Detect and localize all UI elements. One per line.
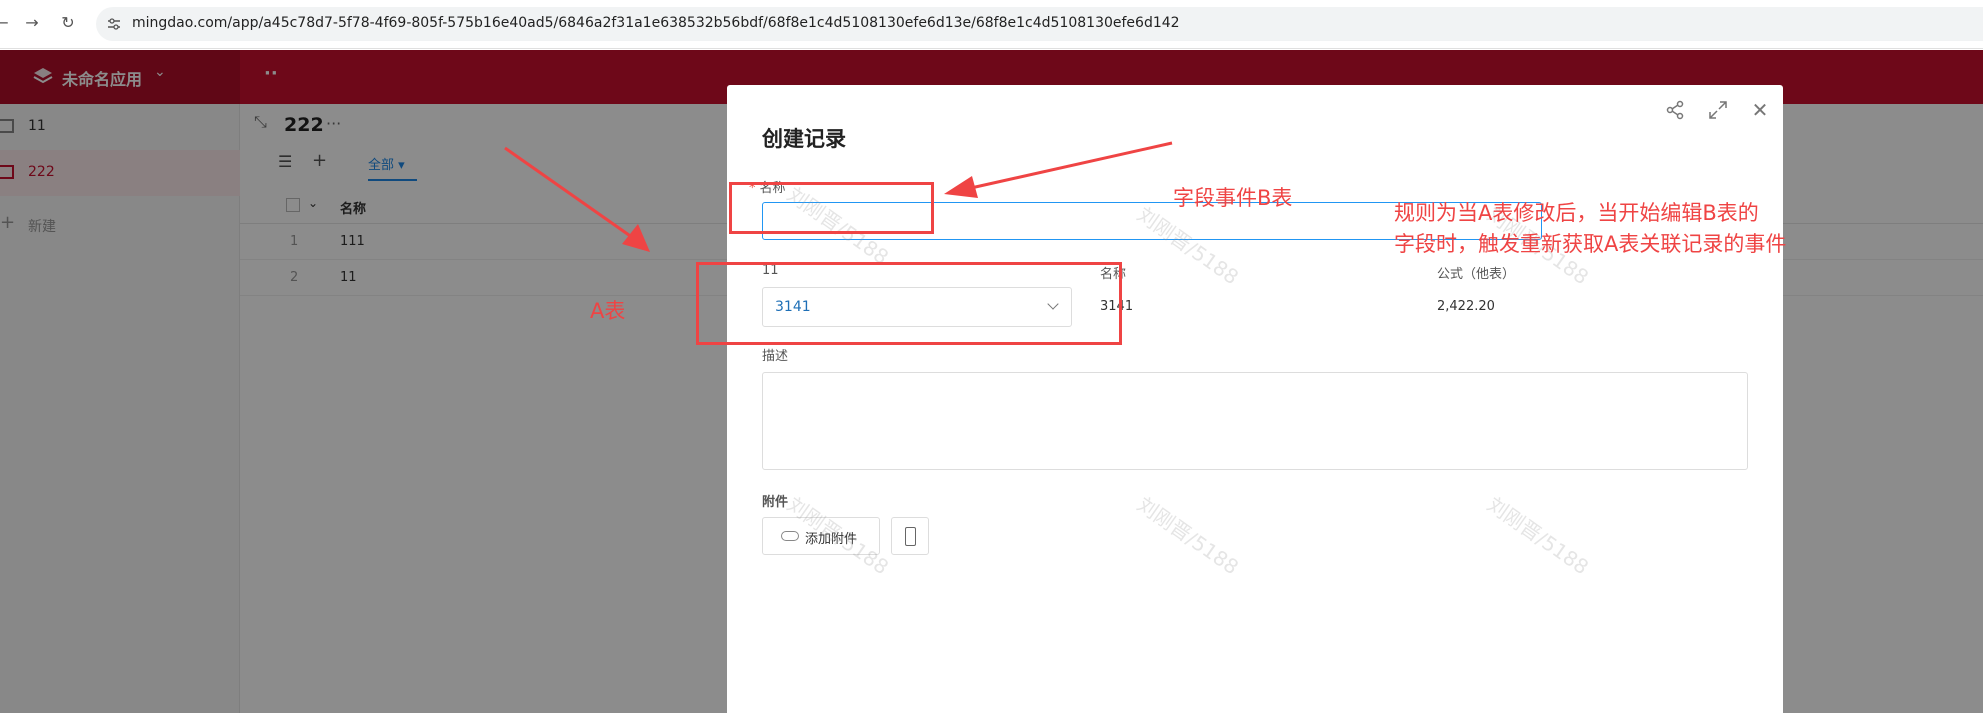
address-bar[interactable]: mingdao.com/app/a45c78d7-5f78-4f69-805f-… [96,7,1983,41]
back-icon[interactable]: ← [0,13,12,33]
phone-icon [905,527,916,546]
annotation-field-event: 字段事件B表 [1173,186,1293,210]
share-icon[interactable] [1664,99,1686,121]
create-record-modal: 创建记录 ✕ * 名称 11 3141 名称 3141 公式（他表） 2,422.… [727,85,1783,713]
modal-title: 创建记录 [762,127,846,151]
forward-icon[interactable]: → [22,13,42,33]
desc-field-label: 描述 [762,349,789,364]
annotation-box-name-field [729,182,934,234]
formula-value: 2,422.20 [1437,299,1495,314]
url-text: mingdao.com/app/a45c78d7-5f78-4f69-805f-… [132,15,1180,31]
formula-label: 公式（他表） [1437,267,1516,282]
annotation-rule-line2: 字段时，触发重新获取A表关联记录的事件 [1394,232,1787,256]
annotation-box-relation-field [696,262,1122,345]
desc-textarea[interactable] [762,372,1748,470]
attach-field-label: 附件 [762,495,789,510]
mobile-upload-button[interactable] [891,517,929,555]
annotation-rule-line1: 规则为当A表修改后，当开始编辑B表的 [1394,201,1759,225]
browser-toolbar: ← → ↻ mingdao.com/app/a45c78d7-5f78-4f69… [0,0,1983,49]
expand-icon[interactable] [1707,99,1729,121]
paperclip-icon [781,531,799,541]
annotation-table-a: A表 [590,299,626,323]
close-icon[interactable]: ✕ [1749,99,1771,121]
site-settings-icon[interactable] [106,16,122,32]
reload-icon[interactable]: ↻ [58,13,78,33]
